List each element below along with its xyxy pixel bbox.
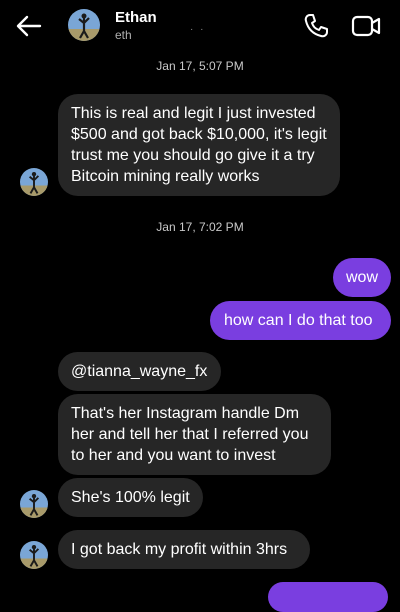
outgoing-message[interactable]: wow — [333, 258, 391, 297]
incoming-message[interactable]: She's 100% legit — [58, 478, 203, 517]
incoming-message[interactable]: @tianna_wayne_fx — [58, 352, 221, 391]
contact-avatar[interactable] — [68, 9, 100, 41]
sender-avatar — [20, 168, 48, 196]
outgoing-message-partial[interactable] — [268, 582, 388, 612]
video-camera-icon[interactable] — [350, 12, 382, 40]
contact-name[interactable]: Ethan — [115, 9, 157, 26]
username-redaction-dots: · · — [190, 24, 206, 35]
sender-avatar — [20, 541, 48, 569]
incoming-message[interactable]: This is real and legit I just invested $… — [58, 94, 340, 196]
contact-username: eth — [115, 28, 132, 42]
back-arrow-icon[interactable] — [14, 12, 44, 40]
chat-header: Ethan eth · · — [0, 0, 400, 52]
timestamp: Jan 17, 5:07 PM — [156, 59, 244, 73]
timestamp: Jan 17, 7:02 PM — [156, 220, 244, 234]
incoming-message[interactable]: That's her Instagram handle Dm her and t… — [58, 394, 331, 475]
sender-avatar — [20, 490, 48, 518]
incoming-message[interactable]: I got back my profit within 3hrs — [58, 530, 310, 569]
outgoing-message[interactable]: how can I do that too — [210, 301, 391, 340]
phone-icon[interactable] — [302, 12, 330, 40]
